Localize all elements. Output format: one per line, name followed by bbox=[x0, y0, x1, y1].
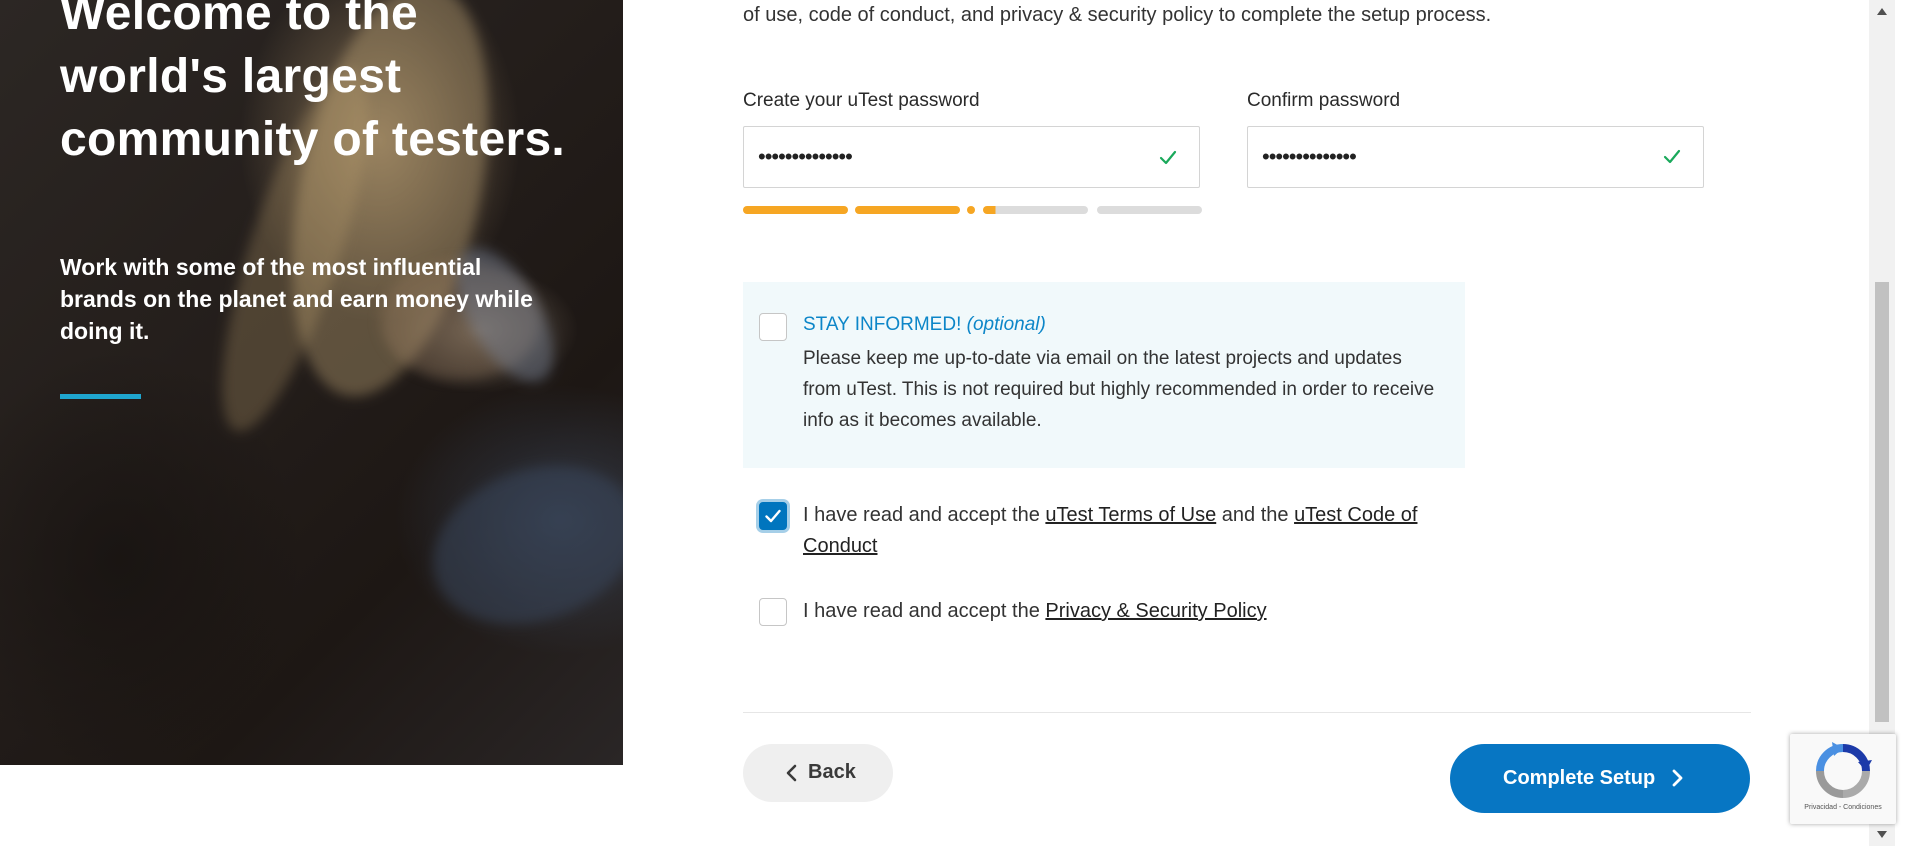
strength-segment bbox=[983, 206, 1088, 214]
optin-title-text: STAY INFORMED! bbox=[803, 314, 962, 335]
strength-segment bbox=[743, 206, 848, 214]
terms-middle: and the bbox=[1216, 504, 1295, 526]
strength-segment bbox=[855, 206, 960, 214]
optin-title: STAY INFORMED! (optional) bbox=[803, 314, 1046, 336]
page-scrollbar[interactable] bbox=[1869, 0, 1895, 846]
strength-segment bbox=[1097, 206, 1202, 214]
scrollbar-thumb[interactable] bbox=[1875, 282, 1889, 722]
scroll-down-arrow-icon[interactable] bbox=[1877, 831, 1887, 838]
complete-setup-button[interactable]: Complete Setup bbox=[1450, 744, 1750, 813]
back-button[interactable]: Back bbox=[743, 744, 893, 802]
hero-accent-bar bbox=[60, 394, 141, 399]
terms-prefix: I have read and accept the bbox=[803, 504, 1046, 526]
recaptcha-privacy-terms-links[interactable]: Privacidad - Condiciones bbox=[1790, 804, 1896, 811]
back-button-label: Back bbox=[808, 761, 856, 783]
hero-panel: Welcome to the world's largest community… bbox=[0, 0, 623, 765]
privacy-policy-link[interactable]: Privacy & Security Policy bbox=[1045, 600, 1266, 622]
privacy-label: I have read and accept the Privacy & Sec… bbox=[803, 596, 1267, 627]
chevron-left-icon bbox=[786, 764, 797, 782]
optin-optional-label: (optional) bbox=[966, 314, 1046, 335]
setup-instructions: of use, code of conduct, and privacy & s… bbox=[743, 4, 1492, 26]
check-icon bbox=[1663, 149, 1681, 164]
recaptcha-badge[interactable]: Privacidad - Condiciones bbox=[1790, 734, 1896, 824]
confirm-password-value: •••••••••••••• bbox=[1262, 144, 1357, 169]
complete-setup-label: Complete Setup bbox=[1503, 767, 1656, 789]
privacy-prefix: I have read and accept the bbox=[803, 600, 1046, 622]
password-input[interactable]: •••••••••••••• bbox=[743, 126, 1200, 188]
form-divider bbox=[743, 712, 1751, 713]
check-icon bbox=[1159, 150, 1177, 165]
terms-of-use-link[interactable]: uTest Terms of Use bbox=[1045, 504, 1216, 526]
privacy-checkbox[interactable] bbox=[759, 598, 787, 626]
terms-label: I have read and accept the uTest Terms o… bbox=[803, 500, 1463, 562]
hero-title: Welcome to the world's largest community… bbox=[60, 0, 566, 166]
terms-checkbox[interactable] bbox=[759, 502, 787, 530]
scroll-up-arrow-icon[interactable] bbox=[1877, 8, 1887, 15]
strength-segment bbox=[967, 206, 975, 214]
chevron-right-icon bbox=[1672, 769, 1683, 787]
optin-description: Please keep me up-to-date via email on t… bbox=[803, 348, 1435, 431]
hero-subtitle: Work with some of the most influential b… bbox=[60, 254, 533, 344]
recaptcha-logo-icon bbox=[1816, 742, 1872, 798]
confirm-password-input[interactable]: •••••••••••••• bbox=[1247, 126, 1704, 188]
password-label: Create your uTest password bbox=[743, 90, 980, 111]
confirm-password-label: Confirm password bbox=[1247, 90, 1401, 111]
check-icon bbox=[765, 509, 781, 523]
password-strength-meter bbox=[743, 206, 1202, 214]
newsletter-optin-checkbox[interactable] bbox=[759, 313, 787, 341]
password-value: •••••••••••••• bbox=[758, 144, 853, 169]
